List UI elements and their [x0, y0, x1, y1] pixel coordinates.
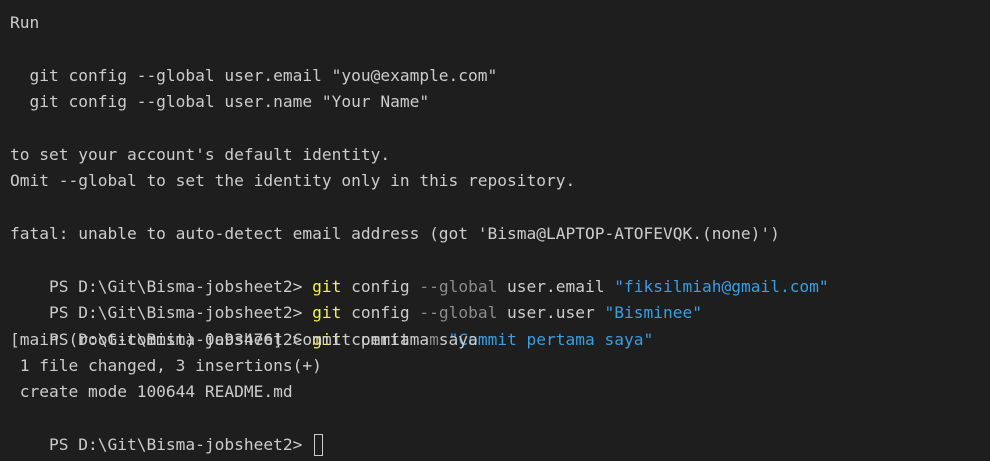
output-line: git config --global user.email "you@exam… [10, 65, 498, 85]
command-string: "Commit pertama saya" [448, 329, 654, 349]
command-args: config [341, 276, 420, 296]
command-line: PS D:\Git\Bisma-jobsheet2> git config --… [10, 248, 990, 296]
output-line: git config --global user.name "Your Name… [10, 92, 430, 112]
output-line: 1 file changed, 3 insertions(+) [10, 356, 322, 376]
current-prompt-line[interactable]: PS D:\Git\Bisma-jobsheet2> [10, 406, 990, 457]
command-string: "fiksilmiah@gmail.com" [614, 276, 829, 296]
command-args: config [341, 303, 420, 323]
output-line: create mode 100644 README.md [10, 382, 293, 402]
command-name: git [312, 303, 342, 323]
prompt: PS D:\Git\Bisma-jobsheet2> [48, 276, 313, 296]
text-cursor[interactable] [314, 434, 324, 457]
command-args: user.user [497, 303, 605, 323]
prompt: PS D:\Git\Bisma-jobsheet2> [48, 435, 313, 455]
command-string: "Bisminee" [604, 303, 702, 323]
output-line: Run [10, 13, 40, 32]
prompt: PS D:\Git\Bisma-jobsheet2> [48, 303, 313, 323]
error-line: fatal: unable to auto-detect email addre… [10, 224, 780, 244]
output-line: Omit --global to set the identity only i… [10, 171, 576, 191]
command-flag: --global [419, 276, 498, 296]
terminal-output[interactable]: Run git config --global user.email "you@… [0, 0, 990, 461]
output-line: to set your account's default identity. [10, 144, 391, 164]
command-flag: --global [419, 303, 498, 323]
command-args: user.email [497, 276, 615, 296]
command-name: git [312, 276, 342, 296]
